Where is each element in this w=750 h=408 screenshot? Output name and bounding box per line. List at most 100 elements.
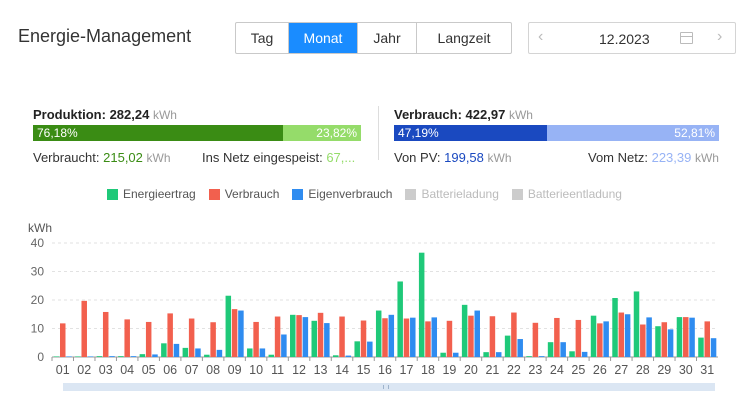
x-tick-label: 20 <box>464 363 478 377</box>
chart-legend: Energieertrag Verbrauch Eigenverbrauch B… <box>107 187 635 201</box>
x-tick-label: 10 <box>249 363 263 377</box>
bar-verbrauch <box>210 322 216 357</box>
bar-energieertrag <box>547 342 554 357</box>
tab-monat[interactable]: Monat <box>289 23 358 53</box>
bar-verbrauch <box>511 312 517 357</box>
bar-verbrauch <box>81 300 87 357</box>
bar-energieertrag <box>290 314 296 357</box>
legend-swatch <box>107 188 118 200</box>
legend-item-verbrauch[interactable]: Verbrauch <box>208 187 279 201</box>
from-pv-unit: kWh <box>487 151 512 165</box>
bar-energieertrag <box>418 252 425 357</box>
x-tick-label: 19 <box>442 363 456 377</box>
consumption-label: Verbrauch: <box>394 107 462 122</box>
y-tick-label: 40 <box>31 236 45 250</box>
legend-label: Energieertrag <box>123 187 196 201</box>
bar-verbrauch <box>597 323 603 357</box>
x-tick-label: 16 <box>378 363 392 377</box>
tab-jahr[interactable]: Jahr <box>358 23 417 53</box>
from-grid-unit: kWh <box>694 151 719 165</box>
x-tick-label: 12 <box>292 363 306 377</box>
bar-verbrauch <box>661 322 668 357</box>
bar-energieertrag <box>526 356 532 357</box>
bar-energieertrag <box>633 291 640 357</box>
x-tick-label: 06 <box>163 363 177 377</box>
bar-energieertrag <box>440 352 446 357</box>
bar-eigenverbrauch <box>560 342 566 357</box>
bar-energieertrag <box>698 337 704 357</box>
chart-zoom-scrollbar[interactable] <box>63 383 715 391</box>
legend-item-batterieentladung[interactable]: Batterieentladung <box>511 187 622 201</box>
production-self-segment: 76,18% <box>33 125 283 141</box>
legend-item-eigenverbrauch[interactable]: Eigenverbrauch <box>292 187 392 201</box>
x-tick-label: 02 <box>77 363 91 377</box>
tab-langzeit[interactable]: Langzeit <box>417 23 511 53</box>
x-tick-label: 21 <box>485 363 499 377</box>
bar-verbrauch <box>274 316 281 357</box>
bar-energieertrag <box>161 343 167 357</box>
from-grid-label: Vom Netz: <box>588 150 648 165</box>
bar-verbrauch <box>554 317 560 357</box>
scrollbar-grip-icon[interactable] <box>383 385 389 389</box>
bar-verbrauch <box>188 318 195 357</box>
bar-verbrauch <box>339 316 345 357</box>
bar-energieertrag <box>655 326 661 357</box>
bar-eigenverbrauch <box>195 348 201 357</box>
bar-verbrauch <box>403 318 410 357</box>
chevron-right-icon[interactable]: › <box>717 28 722 46</box>
legend-item-batterieladung[interactable]: Batterieladung <box>405 187 499 201</box>
bar-energieertrag <box>332 355 339 357</box>
bar-energieertrag <box>676 317 683 357</box>
tab-tag[interactable]: Tag <box>236 23 289 53</box>
bar-verbrauch <box>59 323 66 357</box>
chevron-left-icon[interactable]: ‹ <box>538 28 543 46</box>
x-tick-label: 17 <box>400 363 414 377</box>
bar-eigenverbrauch <box>87 356 94 357</box>
bar-eigenverbrauch <box>152 354 158 357</box>
calendar-icon[interactable] <box>680 32 693 44</box>
legend-label: Batterieentladung <box>527 187 622 201</box>
x-tick-label: 14 <box>335 363 349 377</box>
production-consumed: Verbraucht: 215,02 kWh <box>33 150 171 165</box>
x-tick-label: 01 <box>56 363 70 377</box>
bar-verbrauch <box>532 322 539 357</box>
x-tick-label: 27 <box>614 363 628 377</box>
x-tick-label: 08 <box>206 363 220 377</box>
bar-verbrauch <box>704 321 711 357</box>
bar-energieertrag <box>590 315 597 357</box>
bar-verbrauch <box>489 316 496 357</box>
x-tick-label: 24 <box>550 363 564 377</box>
bar-verbrauch <box>382 318 388 357</box>
consumption-value: 422,97 <box>465 107 506 122</box>
bar-verbrauch <box>446 320 453 357</box>
bar-eigenverbrauch <box>324 323 330 357</box>
x-tick-label: 28 <box>636 363 650 377</box>
consumed-value: 215,02 <box>103 150 143 165</box>
legend-item-energieertrag[interactable]: Energieertrag <box>107 187 196 201</box>
bar-eigenverbrauch <box>302 317 309 357</box>
bar-eigenverbrauch <box>109 356 115 357</box>
bar-eigenverbrauch <box>259 348 266 357</box>
consumption-pv-segment: 47,19% <box>394 125 548 141</box>
x-tick-label: 25 <box>571 363 585 377</box>
month-value[interactable]: 12.2023 <box>599 31 650 47</box>
bar-energieertrag <box>311 320 317 357</box>
bar-energieertrag <box>612 298 618 357</box>
bar-verbrauch <box>296 315 302 357</box>
bar-eigenverbrauch <box>624 314 631 357</box>
x-tick-label: 22 <box>507 363 521 377</box>
legend-swatch <box>292 188 304 200</box>
bar-verbrauch <box>124 319 130 357</box>
bar-eigenverbrauch <box>603 321 609 357</box>
legend-label: Batterieladung <box>421 187 499 201</box>
fed-value: 67,... <box>326 150 356 165</box>
bar-energieertrag <box>204 354 210 357</box>
energy-bar-chart: kWh 0 10 20 30 40 01 02 03 04 05 06 07 08 09 10 11 12 13 14… <box>28 221 718 377</box>
consumption-unit: kWh <box>508 108 533 122</box>
month-picker[interactable]: ‹ 12.2023 › <box>528 22 736 54</box>
x-tick-label: 03 <box>99 363 113 377</box>
bar-energieertrag <box>118 356 124 357</box>
bar-energieertrag <box>483 352 489 357</box>
fed-label: Ins Netz eingespeist: <box>202 150 323 165</box>
y-axis-label: kWh <box>28 221 52 235</box>
